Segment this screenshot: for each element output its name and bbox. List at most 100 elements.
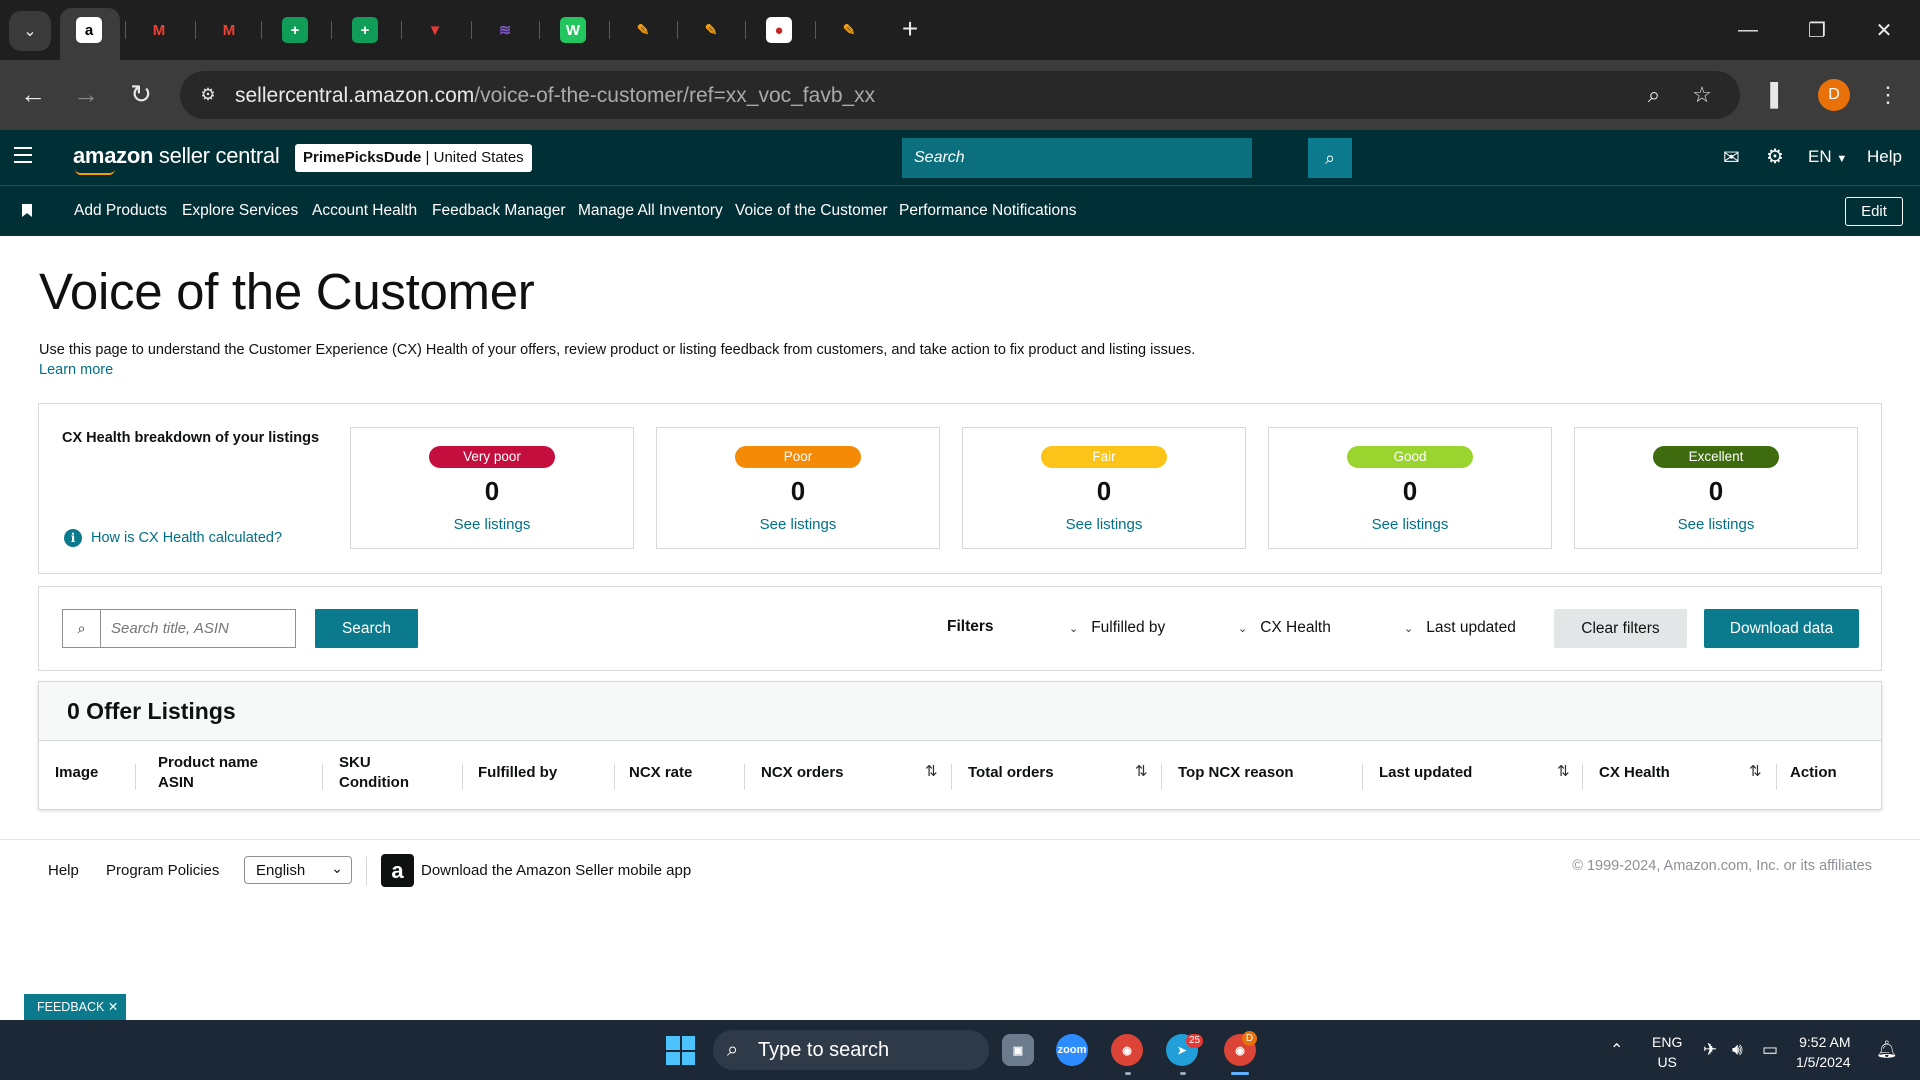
see-listings-link[interactable]: See listings [351,516,633,533]
close-icon[interactable]: ✕ [108,1000,118,1014]
store-selector[interactable]: PrimePicksDude | United States [295,144,532,172]
page-title: Voice of the Customer [39,263,535,320]
edit-nav-button[interactable]: Edit [1845,197,1903,226]
see-listings-link[interactable]: See listings [963,516,1245,533]
feedback-button[interactable]: FEEDBACK ✕ [24,994,126,1020]
seller-central-logo[interactable]: amazon seller central [73,143,280,175]
chrome-app-icon[interactable]: ◉ [1111,1034,1143,1066]
nav-performance-notifications[interactable]: Performance Notifications [899,202,1076,220]
site-info-icon[interactable]: ⚙ [196,83,220,107]
header-search-input[interactable]: Search [902,138,1252,178]
close-window-button[interactable]: ✕ [1864,12,1904,48]
amazon-icon[interactable]: a [76,17,102,43]
profile-avatar[interactable]: D [1818,79,1850,111]
flag-icon[interactable]: ≋ [492,17,518,43]
cx-count: 0 [484,476,500,506]
language-selector[interactable]: EN ▼ [1808,147,1847,167]
pencil-icon[interactable]: ✎ [630,17,656,43]
taskbar-search[interactable]: ⌕ Type to search [713,1030,989,1070]
fulfilled-by-dropdown[interactable]: ⌄ Fulfilled by [1069,619,1165,637]
sort-icon[interactable]: ⇅ [1749,762,1762,780]
restore-button[interactable]: ❐ [1797,12,1837,48]
column-divider [1161,764,1162,790]
zoom-app-icon[interactable]: zoom [1056,1034,1088,1066]
new-tab-button[interactable]: + [895,13,925,47]
nav-add-products[interactable]: Add Products [74,202,167,220]
last-updated-dropdown[interactable]: ⌄ Last updated [1404,619,1516,637]
program-policies-link[interactable]: Program Policies [106,862,219,879]
hamburger-menu-icon[interactable] [14,147,38,167]
header-search-button[interactable]: ⌕ [1308,138,1352,178]
learn-more-link[interactable]: Learn more [39,362,113,378]
amazon-app-icon[interactable]: a [381,854,414,887]
url-text[interactable]: sellercentral.amazon.com/voice-of-the-cu… [235,84,875,108]
pencil-icon[interactable]: ✎ [698,17,724,43]
active-indicator [1231,1072,1249,1075]
settings-gear-icon[interactable]: ⚙ [1766,144,1784,169]
clear-filters-button[interactable]: Clear filters [1554,609,1687,648]
see-listings-link[interactable]: See listings [1269,516,1551,533]
sheets-icon[interactable]: + [282,17,308,43]
battery-icon[interactable]: ▭ [1762,1040,1778,1060]
sort-icon[interactable]: ⇅ [1135,762,1148,780]
cx-card-poor: Poor 0 See listings [656,427,940,549]
sort-icon[interactable]: ⇅ [925,762,938,780]
red-logo-icon[interactable]: ▼ [422,17,448,43]
pencil-icon[interactable]: ✎ [836,17,862,43]
w-logo-icon[interactable]: W [560,17,586,43]
nav-explore-services[interactable]: Explore Services [182,202,298,220]
column-header-sku: SKU Condition [339,754,409,791]
mobile-app-link[interactable]: Download the Amazon Seller mobile app [421,862,691,879]
minimize-button[interactable]: — [1728,12,1768,48]
sort-icon[interactable]: ⇅ [1557,762,1570,780]
forward-icon[interactable]: → [66,74,106,114]
column-header-action: Action [1790,764,1837,781]
gmail-icon[interactable]: M [216,17,242,43]
listing-search-input[interactable] [100,609,296,648]
side-panel-icon[interactable]: ▌ [1762,81,1794,109]
address-bar[interactable]: ⚙ sellercentral.amazon.com/voice-of-the-… [180,71,1740,119]
footer-language-select[interactable]: English ⌄ [244,856,352,884]
task-view-icon[interactable]: ▣ [1002,1034,1034,1066]
column-header-total-orders[interactable]: Total orders [968,763,1054,783]
column-header-last-updated[interactable]: Last updated [1379,763,1472,783]
reload-icon[interactable]: ↻ [121,74,161,114]
notification-bell-icon[interactable]: 🔔︎ [1876,1040,1898,1060]
nav-account-health[interactable]: Account Health [312,202,417,220]
listings-count-title: 0 Offer Listings [67,698,236,724]
tab-search-button[interactable]: ⌄ [9,11,51,51]
help-link[interactable]: Help [1867,147,1902,167]
windows-start-icon[interactable] [666,1036,695,1065]
column-header-image: Image [55,764,99,781]
cx-count: 0 [1708,476,1724,506]
airplane-mode-icon[interactable]: ✈ [1703,1040,1717,1060]
messages-icon[interactable]: ✉ [1723,145,1740,170]
cx-health-calculation-link[interactable]: i How is CX Health calculated? [64,529,282,547]
input-language-indicator[interactable]: ENG US [1652,1032,1682,1072]
listing-search-button[interactable]: Search [315,609,418,648]
volume-icon[interactable]: 🔊︎ [1732,1040,1743,1060]
footer-help-link[interactable]: Help [48,862,79,879]
back-icon[interactable]: ← [13,74,53,114]
nav-manage-all-inventory[interactable]: Manage All Inventory [578,202,723,220]
gmail-icon[interactable]: M [146,17,172,43]
column-header-ncx-orders[interactable]: NCX orders [761,763,844,783]
tray-expand-icon[interactable]: ⌃ [1610,1040,1623,1060]
sheets-icon[interactable]: + [352,17,378,43]
cx-health-dropdown[interactable]: ⌄ CX Health [1238,619,1331,637]
nav-voice-of-the-customer[interactable]: Voice of the Customer [735,202,888,220]
system-clock[interactable]: 9:52 AM 1/5/2024 [1796,1032,1851,1072]
zoom-icon[interactable]: ⌕ [1638,81,1670,109]
column-header-cx-health[interactable]: CX Health [1599,763,1670,783]
bookmark-star-icon[interactable]: ☆ [1686,81,1718,109]
cx-status-badge: Fair [1041,446,1167,468]
nav-feedback-manager[interactable]: Feedback Manager [432,202,566,220]
column-divider [1776,764,1777,790]
browser-menu-icon[interactable]: ⋮ [1872,81,1904,109]
footer-separator [366,856,367,886]
download-data-button[interactable]: Download data [1704,609,1859,648]
awl-icon[interactable]: ● [766,17,792,43]
see-listings-link[interactable]: See listings [1575,516,1857,533]
see-listings-link[interactable]: See listings [657,516,939,533]
bookmark-icon[interactable] [22,204,32,217]
